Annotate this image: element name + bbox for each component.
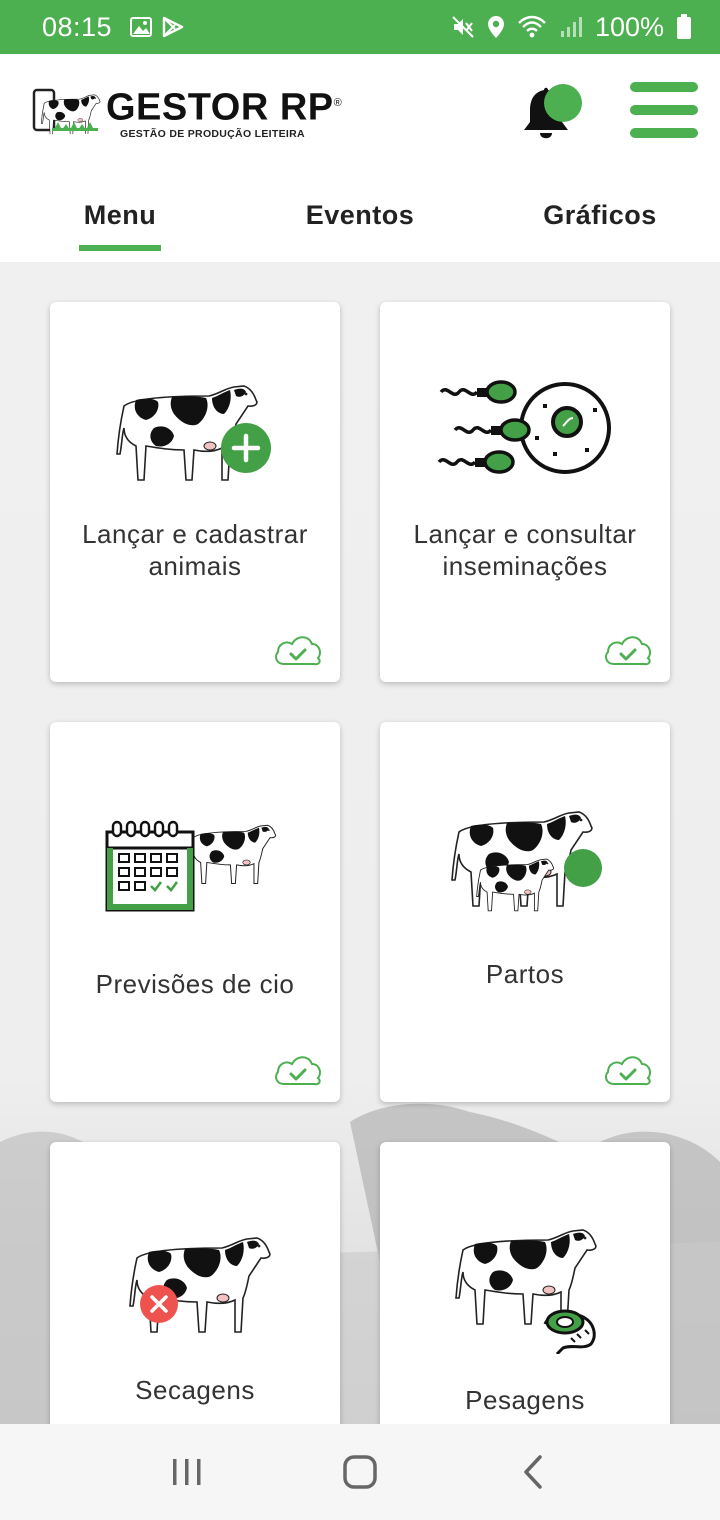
tab-bar: Menu Eventos Gráficos [0,194,720,262]
battery-icon [676,14,692,40]
image-icon [130,17,153,37]
active-tab-indicator [79,245,161,251]
menu-card-drying-off[interactable]: Secagens [50,1142,340,1424]
tab-graficos[interactable]: Gráficos [480,194,720,262]
insemination-icon [380,378,670,478]
menu-card-animals[interactable]: Lançar e cadastrar animais [50,302,340,682]
bell-icon [524,84,582,139]
play-store-icon [162,16,184,38]
hamburger-line [630,128,698,138]
menu-card-inseminations[interactable]: Lançar e consultar inseminações [380,302,670,682]
hamburger-menu-button[interactable] [630,80,698,140]
logo-subtitle: GESTÃO DE PRODUÇÃO LEITEIRA [120,127,305,140]
card-label: Pesagens [465,1385,585,1415]
card-label: Secagens [135,1375,255,1405]
wifi-icon [517,15,547,39]
weighing-icon [380,1224,670,1354]
tab-menu[interactable]: Menu [0,194,240,262]
menu-card-weighing[interactable]: Pesagens [380,1142,670,1424]
hamburger-line [630,105,698,115]
app-header: GESTOR RP® GESTÃO DE PRODUÇÃO LEITEIRA M… [0,54,720,262]
menu-card-calving[interactable]: Partos [380,722,670,1102]
app-logo: GESTOR RP® GESTÃO DE PRODUÇÃO LEITEIRA [32,84,342,140]
card-label: Lançar e cadastrar animais [82,519,308,581]
status-time: 08:15 [42,11,113,42]
recent-apps-icon [172,1459,201,1485]
cow-add-icon [50,378,340,488]
location-icon [487,15,505,39]
back-icon [524,1455,543,1489]
back-button[interactable] [503,1442,563,1502]
logo-cow-icon [32,88,101,134]
logo-title: GESTOR RP® [106,86,343,129]
menu-grid[interactable]: Lançar e cadastrar animais Lançar e cons… [0,262,720,1424]
tab-graficos-label: Gráficos [543,200,657,230]
tab-menu-label: Menu [83,200,157,230]
home-icon [343,1455,377,1489]
system-navigation-bar [0,1424,720,1520]
registered-mark: ® [333,97,343,109]
card-label: Partos [485,959,565,989]
menu-card-heat-forecast[interactable]: Previsões de cio [50,722,340,1102]
battery-percentage: 100% [594,11,664,42]
card-label: Previsões de cio [95,969,295,999]
hamburger-line [630,82,698,92]
mute-icon [451,15,475,39]
tab-eventos-label: Eventos [305,200,415,230]
cloud-synced-icon [604,1055,652,1086]
heat-calendar-icon [50,818,340,918]
home-button[interactable] [330,1442,390,1502]
cloud-synced-icon [604,635,652,666]
notifications-button[interactable] [516,84,586,144]
cloud-synced-icon [274,1055,322,1086]
status-bar: 08:15 100% [0,0,720,54]
recent-apps-button[interactable] [157,1442,217,1502]
cloud-synced-icon [274,635,322,666]
signal-icon [559,15,583,39]
calving-icon [380,808,670,928]
card-label: Lançar e consultar inseminações [413,519,637,581]
drying-off-icon [50,1232,340,1342]
tab-eventos[interactable]: Eventos [240,194,480,262]
